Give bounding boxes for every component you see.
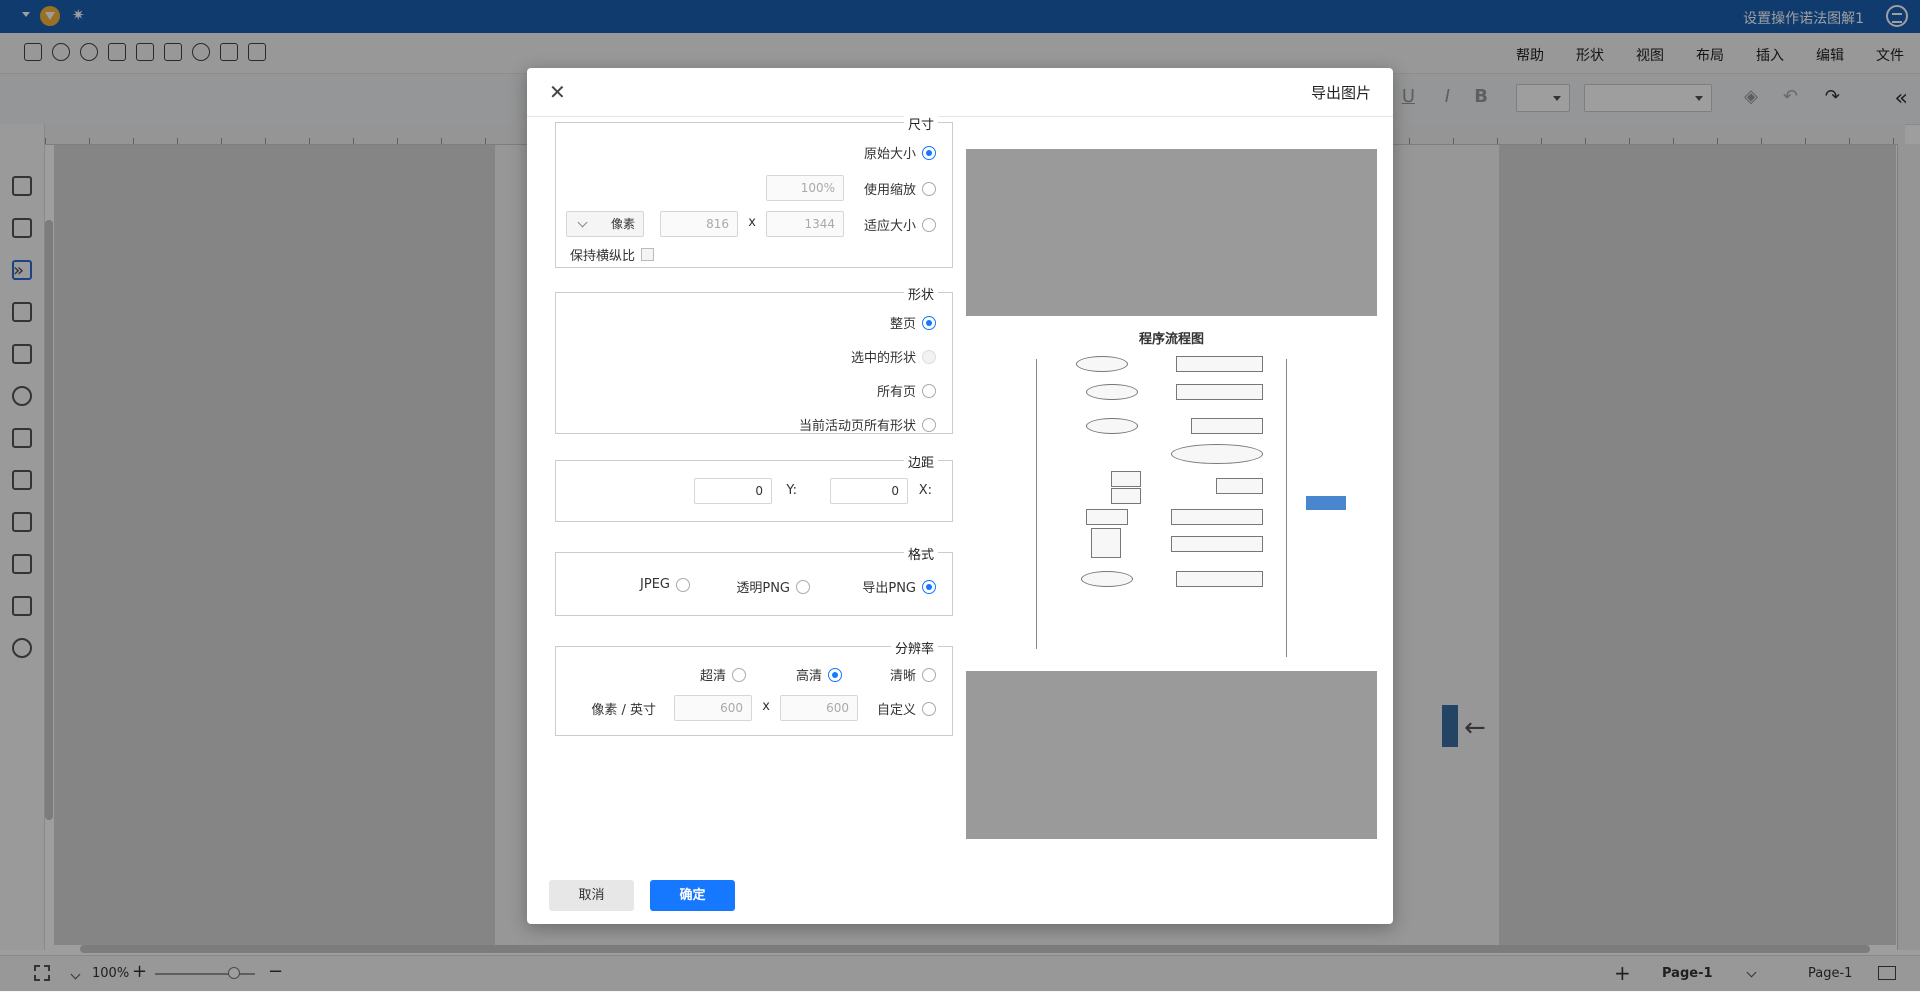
shape-legend: 形状 [903, 284, 938, 303]
unit-select[interactable]: 像素 [566, 211, 644, 237]
flowchart-start-node [1306, 496, 1346, 510]
res-x-label: x [762, 699, 770, 714]
flowchart-ellipse [1086, 384, 1138, 400]
png-option[interactable]: 导出PNG [862, 577, 936, 596]
keep-ratio-option[interactable]: 保持横纵比 [570, 245, 654, 264]
flowchart-box [1176, 571, 1263, 587]
flowchart-box [1091, 528, 1121, 558]
margin-group: 边距 X: 0 Y: 0 [555, 452, 953, 522]
size-group: 尺寸 原始大小 使用缩放 100% 适应大小 1344 x 816 像素 保持横… [555, 114, 953, 268]
margin-legend: 边距 [903, 452, 938, 471]
flowchart-ellipse [1076, 356, 1128, 372]
selected-shapes-radio[interactable] [922, 349, 936, 364]
uhd-option[interactable]: 超清 [700, 665, 746, 684]
current-page-shapes-radio[interactable] [922, 417, 936, 432]
flowchart-box [1171, 509, 1263, 525]
flowchart-left-line [1036, 359, 1037, 649]
export-preview: 程序流程图 [966, 149, 1377, 839]
cancel-button[interactable]: 取消 [549, 880, 634, 911]
current-page-shapes-option[interactable]: 当前活动页所有形状 [799, 415, 936, 434]
flowchart-trunk-line [1286, 359, 1287, 657]
flowchart-ellipse [1171, 444, 1263, 464]
format-group: 格式 导出PNG 透明PNG JPEG [555, 544, 953, 616]
flowchart-box [1216, 478, 1263, 494]
margin-x-label: X: [918, 483, 932, 498]
scale-input[interactable]: 100% [766, 175, 844, 201]
jpeg-radio[interactable] [676, 577, 690, 592]
original-size-radio[interactable] [922, 145, 936, 160]
whole-page-option[interactable]: 整页 [890, 313, 936, 332]
format-legend: 格式 [903, 544, 938, 563]
whole-page-radio[interactable] [922, 315, 936, 330]
original-size-option[interactable]: 原始大小 [864, 143, 936, 162]
confirm-button[interactable]: 确定 [650, 880, 735, 911]
margin-y-label: Y: [786, 483, 797, 498]
fit-size-radio[interactable] [922, 217, 936, 232]
flowchart-box [1111, 471, 1141, 487]
res-width-input[interactable]: 600 [780, 695, 858, 721]
png-radio[interactable] [922, 579, 936, 594]
fit-size-option[interactable]: 适应大小 [864, 215, 936, 234]
height-input[interactable]: 816 [660, 211, 738, 237]
flowchart-box [1176, 384, 1263, 400]
flowchart-box [1176, 356, 1263, 372]
export-image-dialog: ✕ 导出图片 程序流程图 尺寸 原始大小 使用缩放 100% 适应大小 1344… [527, 68, 1393, 924]
hd-radio[interactable] [828, 667, 842, 682]
selected-shapes-option[interactable]: 选中的形状 [851, 347, 936, 366]
margin-x-input[interactable]: 0 [830, 478, 908, 504]
width-input[interactable]: 1344 [766, 211, 844, 237]
all-pages-radio[interactable] [922, 383, 936, 398]
jpeg-option[interactable]: JPEG [640, 577, 690, 592]
preview-sheet: 程序流程图 [966, 316, 1377, 671]
flowchart-box [1086, 509, 1128, 525]
clear-option[interactable]: 清晰 [890, 665, 936, 684]
resolution-group: 分辨率 清晰 高清 超清 自定义 600 x 600 像素 / 英寸 [555, 638, 953, 736]
transparent-png-option[interactable]: 透明PNG [736, 577, 810, 596]
flowchart-ellipse [1086, 418, 1138, 434]
header-divider [527, 116, 1393, 117]
res-height-input[interactable]: 600 [674, 695, 752, 721]
scale-option[interactable]: 使用缩放 [864, 179, 936, 198]
transparent-png-radio[interactable] [796, 579, 810, 594]
flowchart-box [1111, 488, 1141, 504]
custom-res-option[interactable]: 自定义 [877, 699, 936, 718]
close-icon[interactable]: ✕ [549, 80, 566, 104]
margin-y-input[interactable]: 0 [694, 478, 772, 504]
dialog-title: 导出图片 [1310, 84, 1371, 102]
flowchart-ellipse [1081, 571, 1133, 587]
custom-res-radio[interactable] [922, 701, 936, 716]
resolution-legend: 分辨率 [890, 638, 938, 657]
uhd-radio[interactable] [732, 667, 746, 682]
chevron-down-icon [577, 217, 588, 228]
size-legend: 尺寸 [903, 114, 938, 133]
hd-option[interactable]: 高清 [796, 665, 842, 684]
keep-ratio-checkbox[interactable] [641, 248, 654, 261]
clear-radio[interactable] [922, 667, 936, 682]
size-x-label: x [748, 215, 756, 230]
all-pages-option[interactable]: 所有页 [877, 381, 936, 400]
preview-title: 程序流程图 [1138, 332, 1204, 347]
flowchart-box [1191, 418, 1263, 434]
scale-radio[interactable] [922, 181, 936, 196]
res-unit-label: 像素 / 英寸 [591, 703, 656, 718]
flowchart-box [1171, 536, 1263, 552]
shape-group: 形状 整页 选中的形状 所有页 当前活动页所有形状 [555, 284, 953, 434]
